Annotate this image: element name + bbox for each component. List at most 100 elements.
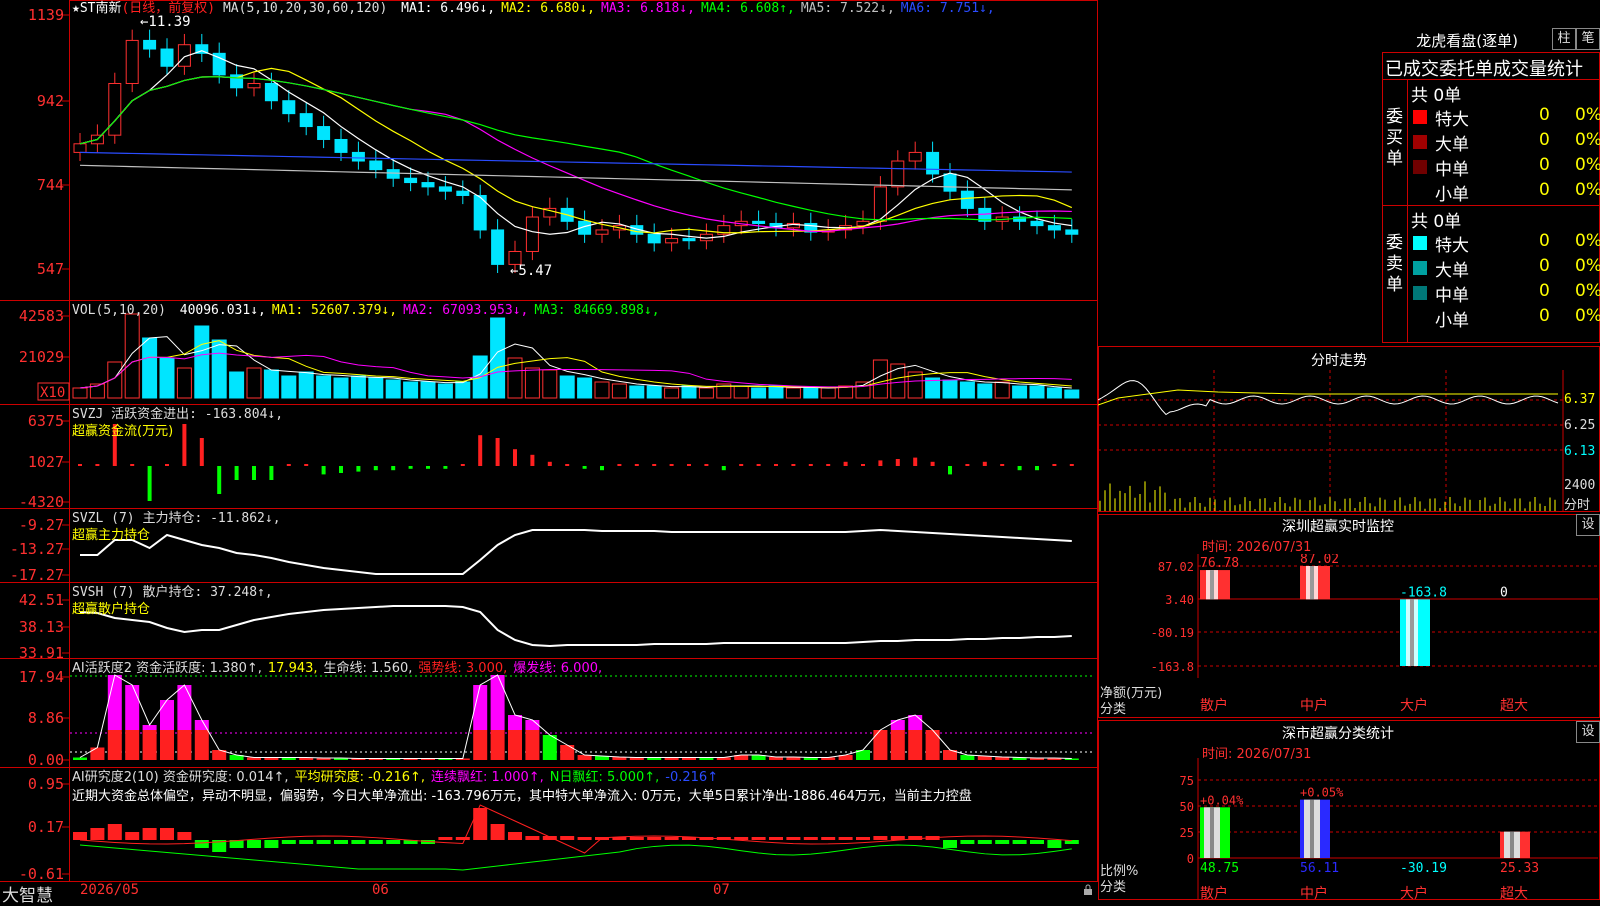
vol-bar: [176, 367, 192, 399]
sz-bar-1: [1300, 566, 1330, 600]
candle: [926, 151, 940, 175]
ai2-bar: [73, 832, 87, 840]
buy-row-0: 特大 0 0%: [1407, 105, 1600, 130]
period-label[interactable]: (日线，前复权): [121, 1, 215, 16]
svzj-bar: [443, 466, 448, 469]
svzj-bar: [286, 464, 291, 466]
svzj-bar: [217, 466, 222, 494]
price-panel: ←11.39←5.47: [73, 14, 1079, 279]
pen-mode-button[interactable]: 笔: [1576, 28, 1600, 50]
candle: [73, 143, 87, 153]
vol-header: VOL(5,10,20) 40096.031↓, MA1: 52607.379↓,…: [72, 302, 660, 320]
sc-cat-3: 超大: [1500, 886, 1528, 900]
sell-name: 特大: [1435, 236, 1469, 256]
svzj-bar: [878, 460, 883, 466]
buy-pct: 0%: [1575, 155, 1600, 175]
svsh-axis-1: 38.13: [19, 618, 64, 636]
vol-bar: [559, 375, 575, 399]
svzj-bar: [808, 464, 813, 466]
vol-bar: [333, 377, 349, 399]
ai2-bar: [90, 828, 105, 840]
svsh-header: SVSH (7) 散户持仓: 37.248↑, 超赢散户持仓: [72, 584, 273, 618]
ai2-bar: [560, 836, 575, 840]
stock-chart[interactable]: ←11.39←5.47 1139 942 744 547 42583 21029 X10 63…: [0, 0, 1098, 900]
vol-bar: [229, 371, 245, 399]
ai2-hdr-0: AI研究度2(10) 资金研究度: 0.014↑,: [72, 770, 289, 785]
candle: [299, 113, 313, 128]
lhb-title: 龙虎看盘(逐单): [1416, 32, 1518, 50]
svzj-bar: [147, 466, 152, 501]
sz-cat-2: 大户: [1400, 697, 1428, 714]
buy-row-3: 小单 0 0%: [1407, 180, 1600, 205]
sz-bar-label-3: 0: [1500, 585, 1508, 600]
ai1-bar: [194, 730, 209, 760]
ai2-axis-1: 0.17: [28, 818, 64, 836]
ma-value-5: MA6: 7.751↓,: [900, 1, 995, 16]
ma-value-1: MA2: 6.680↓,: [501, 1, 596, 16]
sell-color-swatch: [1413, 261, 1427, 275]
sz-axis-1: 3.40: [1165, 593, 1194, 607]
ai2-bar: [995, 840, 1010, 844]
ai-research-header: AI研究度2(10) 资金研究度: 0.014↑, 平均研究度: -0.216↑,…: [72, 769, 724, 786]
candle: [1047, 225, 1061, 231]
svzj-bar: [78, 464, 82, 466]
buy-pct: 0%: [1575, 180, 1600, 200]
ai1-bar-top: [490, 675, 505, 730]
ai1-axis-0: 17.94: [19, 668, 64, 686]
candle: [108, 82, 122, 136]
sell-row-1: 大单 0 0%: [1407, 256, 1600, 281]
sc-bar-label-1: 56.11: [1300, 861, 1339, 876]
ai1-bar-top: [508, 715, 522, 730]
svsh-axis-0: 42.51: [19, 591, 64, 609]
ai2-bar: [769, 837, 783, 840]
ai2-bar: [299, 840, 314, 844]
vol-bar: [820, 387, 836, 399]
vol-bar: [403, 381, 419, 399]
sell-name: 小单: [1435, 311, 1469, 331]
sell-row-0: 特大 0 0%: [1407, 231, 1600, 256]
svzj-bar: [965, 464, 970, 466]
svzj-bar: [199, 438, 204, 466]
intraday-axis-0: 6.37: [1564, 392, 1596, 407]
ai2-bar: [490, 824, 505, 840]
order-stats-box: 已成交委托单成交量统计 委买单 委卖单 共 0单 共 0单 特大 0 0% 大单 0 0%…: [1382, 52, 1600, 343]
bar-mode-button[interactable]: 柱: [1552, 28, 1576, 50]
ai1-bar: [908, 730, 923, 760]
sz-settings-button[interactable]: 设: [1576, 514, 1600, 536]
svzj-bar: [756, 464, 761, 466]
sz-unit2: 分类: [1100, 702, 1127, 717]
ai2-bar: [107, 824, 122, 840]
svzj-bar: [669, 464, 674, 466]
sell-color-swatch: [1413, 286, 1427, 300]
svzj-bar: [930, 461, 935, 466]
ma-line-3: [79, 76, 1072, 232]
intraday-chart[interactable]: [1098, 370, 1600, 512]
ai1-bar-top: [908, 715, 923, 730]
ma-line-4: [79, 76, 1072, 221]
intraday-axis-3: 2400: [1564, 478, 1596, 493]
ai1-bar: [73, 757, 87, 760]
buy-name: 中单: [1435, 160, 1469, 180]
ai1-line: [79, 674, 1072, 759]
sc-bar-chart[interactable]: 75 50 25 0 +0.04% 48.75 散户 +0.05% 56.11 中户 -30.19 大…: [1098, 758, 1600, 900]
sc-settings-button[interactable]: 设: [1576, 721, 1600, 743]
candle: [665, 238, 679, 244]
ma-header: MA(5,10,20,30,60,120): [222, 1, 388, 16]
right-sidebar: 龙虎看盘(逐单) 柱 笔 已成交委托单成交量统计 委买单 委卖单 共 0单 共 …: [1098, 0, 1600, 900]
candle: [438, 186, 452, 192]
sz-bar-chart[interactable]: 87.02 3.40 -80.19 -163.8 76.78 散户 87.02 中户 -163.…: [1098, 554, 1600, 718]
lock-icon[interactable]: [1083, 884, 1093, 896]
vol-bar: [594, 381, 610, 399]
ai2-bar: [177, 832, 192, 840]
svzl-title: SVZL (7) 主力持仓: -11.862↓,: [72, 511, 281, 526]
candle: [682, 238, 696, 242]
buy-color-swatch: [1413, 160, 1427, 174]
buy-color-swatch: [1413, 135, 1427, 149]
ai1-hdr-3: 强势线: 3.000,: [418, 661, 508, 676]
stock-name[interactable]: ★ST南新: [72, 1, 121, 16]
ai2-bar: [386, 840, 401, 844]
ai2-hdr-4: -0.216↑: [665, 770, 719, 785]
candle: [282, 100, 296, 115]
svzj-bar: [426, 466, 430, 469]
vol-bar: [629, 385, 645, 399]
